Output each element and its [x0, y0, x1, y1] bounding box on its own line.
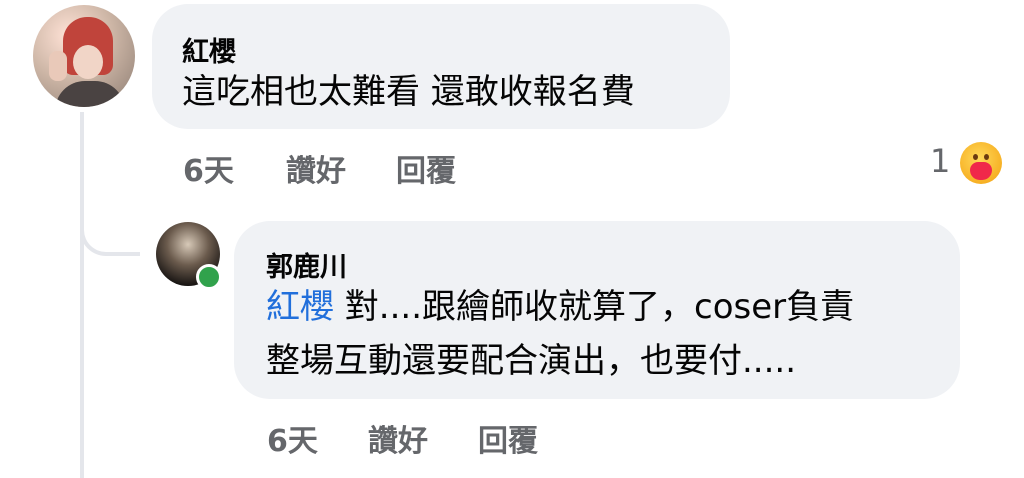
reaction-summary[interactable]: 1	[930, 142, 1010, 184]
care-reaction-icon	[960, 142, 1002, 184]
comment-timestamp[interactable]: 6天	[183, 146, 234, 190]
mention-link[interactable]: 紅櫻	[266, 287, 334, 327]
online-status-icon	[196, 264, 222, 290]
reply-button[interactable]: 回覆	[478, 416, 538, 460]
comment-text-line1: 紅櫻 對....跟繪師收就算了，coser負責	[266, 281, 854, 333]
comment-text-line2: 整場互動還要配合演出，也要付.....	[266, 341, 797, 381]
comment-text: 這吃相也太難看 還敢收報名費	[182, 72, 635, 112]
reply-button[interactable]: 回覆	[396, 146, 456, 190]
comment-author[interactable]: 紅櫻	[182, 30, 236, 69]
comment-author[interactable]: 郭鹿川	[266, 245, 347, 284]
reply-connector	[80, 196, 140, 256]
thread-line	[80, 112, 84, 478]
comment-text: 對....跟繪師收就算了，coser負責	[334, 287, 855, 327]
comment-bubble: 紅櫻 這吃相也太難看 還敢收報名費	[152, 4, 730, 129]
like-button[interactable]: 讚好	[286, 146, 346, 190]
reaction-count: 1	[930, 142, 951, 180]
reply-bubble: 郭鹿川 紅櫻 對....跟繪師收就算了，coser負責 整場互動還要配合演出，也…	[234, 221, 960, 399]
avatar[interactable]	[33, 5, 135, 107]
comment-timestamp[interactable]: 6天	[267, 416, 318, 460]
like-button[interactable]: 讚好	[368, 416, 428, 460]
